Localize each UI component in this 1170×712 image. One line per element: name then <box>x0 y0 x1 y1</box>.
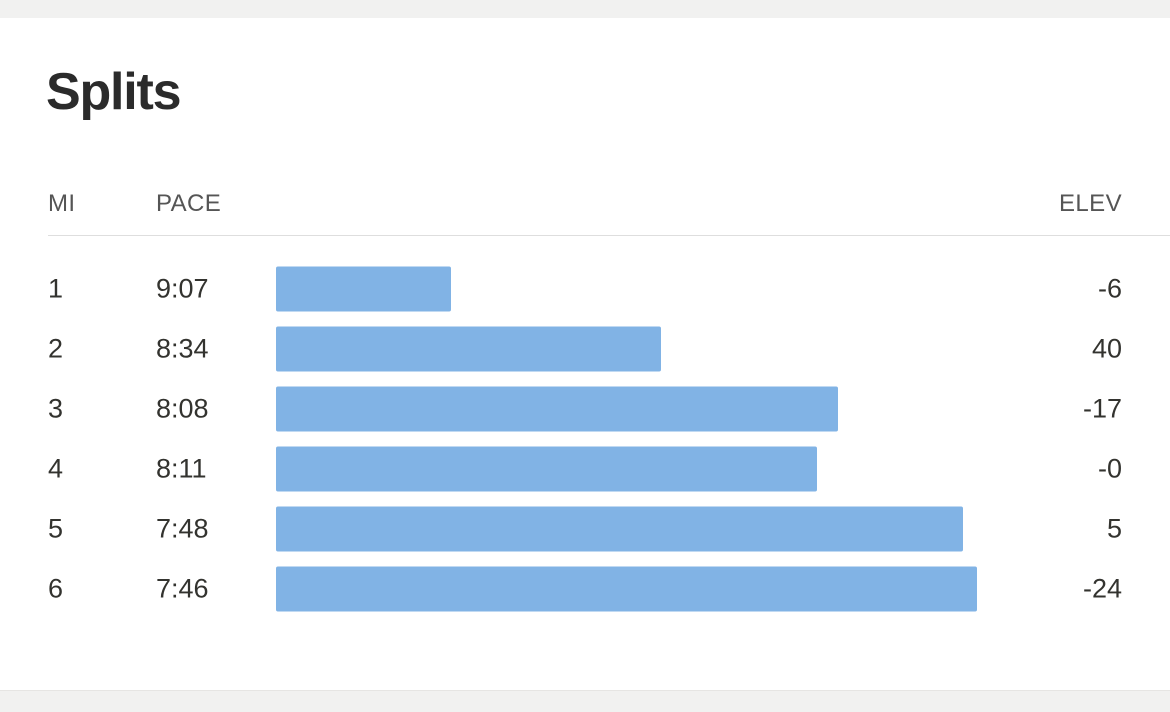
pace-bar <box>276 266 451 312</box>
splits-card: Splits MI PACE ELEV 1 9:07 -6 2 8:34 40 … <box>0 18 1170 690</box>
splits-table: MI PACE ELEV 1 9:07 -6 2 8:34 40 3 8:08 … <box>0 178 1170 619</box>
table-header-row: MI PACE ELEV <box>0 178 1170 236</box>
page-title: Splits <box>46 63 182 121</box>
split-pace: 7:48 <box>156 513 209 544</box>
bottom-background-strip <box>0 690 1170 712</box>
splits-page: Splits MI PACE ELEV 1 9:07 -6 2 8:34 40 … <box>0 0 1170 712</box>
table-row[interactable]: 4 8:11 -0 <box>0 439 1170 499</box>
column-header-pace: PACE <box>156 190 222 217</box>
split-pace: 8:34 <box>156 333 209 364</box>
split-pace: 8:08 <box>156 393 209 424</box>
split-pace: 7:46 <box>156 573 209 604</box>
split-mile: 1 <box>48 273 64 304</box>
split-mile: 6 <box>48 573 64 604</box>
table-row[interactable]: 5 7:48 5 <box>0 499 1170 559</box>
split-mile: 3 <box>48 393 64 424</box>
pace-bar <box>276 326 661 372</box>
pace-bar <box>276 506 963 552</box>
table-row[interactable]: 2 8:34 40 <box>0 319 1170 379</box>
pace-bar-track <box>276 446 980 492</box>
split-elevation: 40 <box>1091 333 1122 364</box>
table-row[interactable]: 1 9:07 -6 <box>0 259 1170 319</box>
column-header-mi: MI <box>48 190 76 217</box>
split-pace: 8:11 <box>156 453 207 484</box>
pace-bar-track <box>276 386 980 432</box>
pace-bar <box>276 566 977 612</box>
top-background-strip <box>0 0 1170 18</box>
split-elevation: -0 <box>1097 453 1122 484</box>
pace-bar <box>276 386 838 432</box>
split-elevation: -6 <box>1097 273 1122 304</box>
pace-bar <box>276 446 817 492</box>
split-elevation: -24 <box>1082 573 1122 604</box>
pace-bar-track <box>276 326 980 372</box>
split-elevation: 5 <box>1106 513 1122 544</box>
table-row[interactable]: 6 7:46 -24 <box>0 559 1170 619</box>
pace-bar-track <box>276 266 980 312</box>
split-pace: 9:07 <box>156 273 209 304</box>
table-row[interactable]: 3 8:08 -17 <box>0 379 1170 439</box>
pace-bar-track <box>276 566 980 612</box>
table-body: 1 9:07 -6 2 8:34 40 3 8:08 -17 4 8:11 -0… <box>0 234 1170 619</box>
split-mile: 5 <box>48 513 64 544</box>
split-mile: 2 <box>48 333 64 364</box>
split-mile: 4 <box>48 453 64 484</box>
column-header-elev: ELEV <box>1059 190 1122 217</box>
pace-bar-track <box>276 506 980 552</box>
split-elevation: -17 <box>1082 393 1122 424</box>
